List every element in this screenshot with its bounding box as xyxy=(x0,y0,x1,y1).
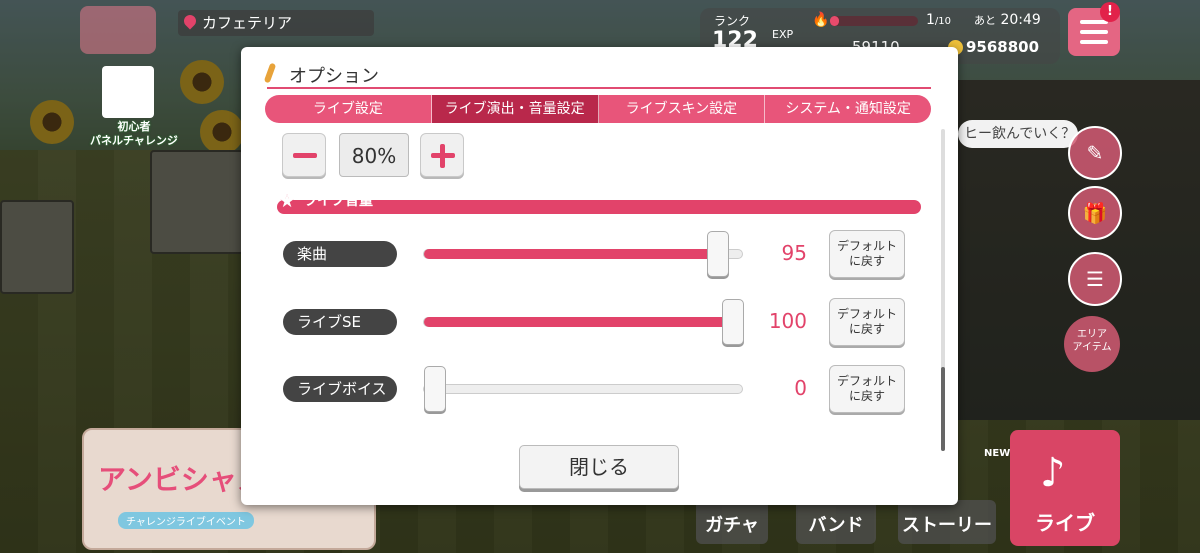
gacha-button[interactable]: ガチャ xyxy=(696,500,768,544)
scrollbar[interactable] xyxy=(941,129,945,451)
menu-icon-line xyxy=(1080,40,1108,44)
reset-label-1: デフォルト xyxy=(836,307,897,321)
panel-icon xyxy=(102,66,154,118)
stamina-max: /10 xyxy=(934,16,952,27)
event-subtitle: チャレンジライブイベント xyxy=(118,512,254,529)
music-volume-value: 95 xyxy=(781,241,807,265)
list-icon: ☰ xyxy=(1086,267,1104,291)
live-se-volume-value: 100 xyxy=(768,309,807,333)
slider-knob[interactable] xyxy=(722,299,744,345)
title-divider xyxy=(267,87,931,89)
live-button[interactable]: ♪ ライブ xyxy=(1010,430,1120,546)
map-button[interactable] xyxy=(80,6,156,54)
coin-count: 9568800 xyxy=(966,38,1040,56)
reset-label-1: デフォルト xyxy=(836,239,897,253)
new-badge: NEW xyxy=(984,448,1011,459)
music-volume-label: 楽曲 xyxy=(283,241,397,267)
area-item-button[interactable]: エリア アイテム xyxy=(1064,316,1120,372)
section-title: ライブ音量 xyxy=(303,193,373,209)
reset-label-2: に戻す xyxy=(848,389,885,403)
stamina-timer: あと 20:49 xyxy=(974,12,1041,28)
location-text: カフェテリア xyxy=(202,14,293,32)
stamina-fill xyxy=(830,16,839,26)
timer-value: 20:49 xyxy=(1000,12,1041,28)
area-item-label-1: エリア xyxy=(1077,329,1107,340)
beginner-panel-challenge-button[interactable]: 初心者 パネルチャレンジ xyxy=(88,66,180,150)
live-voice-volume-label: ライブボイス xyxy=(283,376,397,402)
tab-system-notification[interactable]: システム・通知設定 xyxy=(765,95,931,123)
tab-live-skin[interactable]: ライブスキン設定 xyxy=(599,95,766,123)
decrease-button[interactable] xyxy=(282,133,326,177)
pin-icon xyxy=(181,12,199,30)
tab-live-effects-volume[interactable]: ライブ演出・音量設定 xyxy=(431,95,599,123)
minus-icon xyxy=(293,153,317,158)
stamina-current: 1 xyxy=(926,12,935,28)
scroll-thumb[interactable] xyxy=(941,367,945,451)
star-icon: ★ xyxy=(279,191,296,212)
slider-fill xyxy=(424,317,733,327)
tab-live-settings[interactable]: ライブ設定 xyxy=(265,95,432,123)
live-se-volume-label: ライブSE xyxy=(283,309,397,335)
rank-label: ランク xyxy=(714,14,751,28)
slider-knob[interactable] xyxy=(707,231,730,277)
timer-prefix: あと xyxy=(974,14,996,27)
live-voice-volume-slider[interactable] xyxy=(423,366,743,412)
pen-button[interactable]: ✎ xyxy=(1068,126,1122,180)
notification-badge: ! xyxy=(1100,2,1120,22)
section-header-bar xyxy=(277,200,921,214)
stamina-text: 1/10 xyxy=(926,12,951,28)
slider-knob[interactable] xyxy=(424,366,446,412)
panel-label-line-2: パネルチャレンジ xyxy=(90,134,178,147)
percent-value: 80% xyxy=(339,133,409,177)
live-label: ライブ xyxy=(1035,511,1095,535)
music-note-icon: ♪ xyxy=(1040,450,1066,496)
gift-button[interactable]: 🎁 xyxy=(1068,186,1122,240)
gift-icon: 🎁 xyxy=(1082,201,1108,225)
live-voice-volume-value: 0 xyxy=(794,376,807,400)
reset-label-2: に戻す xyxy=(848,322,885,336)
increase-button[interactable] xyxy=(420,133,464,177)
area-item-label-2: アイテム xyxy=(1072,342,1112,353)
music-reset-default-button[interactable]: デフォルト に戻す xyxy=(829,230,905,278)
options-tabs: ライブ設定 ライブ演出・音量設定 ライブスキン設定 システム・通知設定 xyxy=(265,95,931,123)
location-label: カフェテリア xyxy=(178,10,374,36)
slider-fill xyxy=(424,249,719,259)
exp-label: EXP xyxy=(772,28,794,41)
live-se-volume-slider[interactable] xyxy=(423,299,744,345)
list-button[interactable]: ☰ xyxy=(1068,252,1122,306)
flame-icon: 🔥 xyxy=(812,12,830,28)
live-voice-reset-default-button[interactable]: デフォルト に戻す xyxy=(829,365,905,413)
story-button[interactable]: ストーリー xyxy=(898,500,996,544)
live-se-reset-default-button[interactable]: デフォルト に戻す xyxy=(829,298,905,346)
dialog-title: オプション xyxy=(289,66,379,87)
pen-icon: ✎ xyxy=(1086,141,1104,165)
panel-label-line-1: 初心者 xyxy=(117,120,151,133)
band-button[interactable]: バンド xyxy=(796,500,876,544)
stamina-bar xyxy=(830,16,918,26)
brush-icon xyxy=(263,62,277,84)
options-dialog: オプション ライブ設定 ライブ演出・音量設定 ライブスキン設定 システム・通知設… xyxy=(241,47,958,505)
reset-label-1: デフォルト xyxy=(836,374,897,388)
speech-bubble: ヒー飲んでいく？ xyxy=(958,120,1078,148)
music-volume-slider[interactable] xyxy=(423,231,743,277)
menu-icon xyxy=(1080,20,1108,24)
menu-icon-line xyxy=(1080,30,1108,34)
reset-label-2: に戻す xyxy=(848,254,885,268)
plus-icon-v xyxy=(440,144,445,168)
close-button[interactable]: 閉じる xyxy=(519,445,679,489)
